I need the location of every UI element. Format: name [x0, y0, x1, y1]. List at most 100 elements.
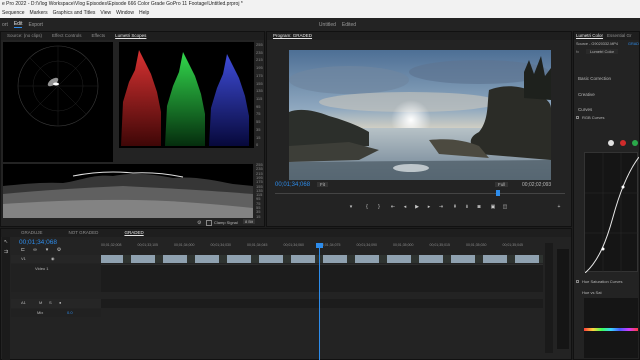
rgb-curves-checkbox[interactable] [576, 116, 579, 119]
program-playhead[interactable] [496, 190, 500, 196]
track-select-tool-icon[interactable]: ⇉ [2, 249, 10, 256]
selection-tool-icon[interactable]: ↖ [2, 239, 10, 246]
extract-icon[interactable]: ⇟ [463, 204, 471, 211]
menu-help[interactable]: Help [139, 8, 149, 18]
go-to-out-icon[interactable]: ⇥ [437, 204, 445, 211]
timeline-timecode[interactable]: 00;01;34;068 [19, 239, 57, 246]
timeline-marker-icon[interactable]: ▾ [43, 247, 51, 254]
center-item-edited[interactable]: Edited [342, 22, 356, 28]
linked-selection-icon[interactable]: ∞ [31, 247, 39, 254]
settings-icon[interactable]: + [555, 204, 563, 211]
white-channel-dot[interactable] [608, 140, 614, 146]
parade-tick: 0 [256, 142, 259, 148]
add-marker-icon[interactable]: ▾ [347, 204, 355, 211]
section-curves[interactable]: Curves [578, 107, 592, 112]
program-tab-row: Program: GRADED [267, 32, 571, 40]
section-basic-correction[interactable]: Basic Correction [578, 76, 611, 81]
timeline-vertical-scrollbar[interactable] [545, 243, 553, 353]
bit-depth-select[interactable]: 8 Bit [243, 219, 256, 224]
program-video-frame [289, 50, 551, 180]
menu-sequence[interactable]: Sequence [2, 8, 25, 18]
tab-lumetri-color[interactable]: Lumetri Color [576, 32, 603, 40]
workspace-import[interactable]: ort [2, 22, 8, 28]
track-v1-name[interactable]: V1 [21, 256, 26, 261]
resolution-select[interactable]: Full [495, 182, 509, 187]
clamp-signal-checkbox[interactable] [206, 220, 212, 226]
step-back-icon[interactable]: ◂ [401, 204, 409, 211]
program-duration: 00;02;02;093 [522, 182, 552, 188]
go-to-in-icon[interactable]: ⇤ [389, 204, 397, 211]
vr-view-icon[interactable]: ◫ [501, 204, 509, 211]
fit-select[interactable]: Fit [317, 182, 328, 187]
tab-effect-controls[interactable]: Effect Controls [52, 32, 81, 40]
solo-icon[interactable]: S [49, 300, 52, 305]
hue-sat-checkbox[interactable] [576, 280, 579, 283]
tab-program[interactable]: Program: GRADED [273, 32, 312, 40]
mute-icon[interactable]: M [39, 300, 42, 305]
video-clip[interactable] [101, 255, 547, 263]
audio-meter [557, 249, 569, 349]
luma-waveform-graph [3, 171, 253, 218]
clip-thumbnail-frame [123, 255, 131, 263]
comparison-view-icon[interactable]: ▣ [489, 204, 497, 211]
workspace-export[interactable]: Export [28, 22, 42, 28]
mic-icon[interactable]: ● [59, 300, 61, 305]
eye-icon[interactable]: ◉ [51, 256, 55, 261]
parade-tick: 255 [256, 42, 263, 47]
waveform-tick-scale: 255 235 215 195 175 155 135 115 95 75 55 35 15 [256, 162, 266, 220]
snap-icon[interactable]: ⊏ [19, 247, 27, 254]
timeline-settings-icon[interactable]: ⚙ [55, 247, 63, 254]
ruler-tick-label: 00;01;34;090 [356, 243, 377, 247]
clip-thumbnail-frame [539, 255, 547, 263]
program-monitor-panel: Program: GRADED 00;01;34;068 Fit Full 00… [266, 31, 572, 227]
track-a1-name[interactable]: A1 [21, 300, 26, 305]
menu-markers[interactable]: Markers [30, 8, 48, 18]
parade-tick: 175 [256, 72, 263, 78]
mark-in-icon[interactable]: { [363, 204, 371, 211]
lumetri-effect-select[interactable]: Lumetri Color [586, 49, 619, 54]
menu-view[interactable]: View [100, 8, 111, 18]
clamp-signal-label: Clamp Signal [214, 220, 238, 225]
clip-thumbnail-frame [155, 255, 163, 263]
tab-sequence-not-graded[interactable]: NOT GRADED [69, 229, 99, 237]
playhead-handle[interactable] [316, 243, 323, 248]
program-timecode[interactable]: 00;01;34;068 [275, 182, 310, 188]
tab-sequence-graduje[interactable]: GRADUJE [21, 229, 43, 237]
green-channel-dot[interactable] [632, 140, 638, 146]
timeline-playhead[interactable] [319, 245, 320, 360]
parade-tick: 135 [256, 88, 263, 94]
parade-tick: 75 [256, 111, 261, 117]
tab-effects[interactable]: Effects [91, 32, 105, 40]
section-creative[interactable]: Creative [578, 92, 595, 97]
red-channel-dot[interactable] [620, 140, 626, 146]
audio-track-area[interactable] [101, 299, 543, 308]
video-track-area[interactable] [101, 264, 543, 292]
fx-icon: fx [576, 49, 580, 54]
track-header-a1: A1 M S ● [11, 299, 101, 308]
menu-bar: Sequence Markers Graphics and Titles Vie… [0, 8, 640, 18]
lift-icon[interactable]: ⇞ [451, 204, 459, 211]
tab-source[interactable]: Source: (no clips) [7, 32, 42, 40]
program-scrubber[interactable] [275, 193, 565, 194]
mark-out-icon[interactable]: } [375, 204, 383, 211]
hue-vs-sat-label: Hue vs Sat [582, 290, 602, 295]
ruler-tick-label: 00;01;34;075 [320, 243, 341, 247]
rgb-curve-editor[interactable] [584, 152, 640, 274]
center-item-untitled[interactable]: Untitled [319, 22, 336, 28]
tab-lumetri-scopes[interactable]: Lumetri Scopes [115, 32, 146, 40]
mix-value[interactable]: 0.0 [67, 310, 73, 315]
menu-window[interactable]: Window [116, 8, 134, 18]
clip-thumbnail-frame [187, 255, 195, 263]
parade-tick: 155 [256, 80, 263, 86]
menu-graphics[interactable]: Graphics and Titles [53, 8, 96, 18]
tab-essential-graphics[interactable]: Essential Gr [607, 32, 632, 40]
step-forward-icon[interactable]: ▸ [425, 204, 433, 211]
hue-vs-sat-editor[interactable] [584, 298, 638, 358]
tab-sequence-graded[interactable]: GRADED [124, 229, 143, 237]
play-icon[interactable]: ▶ [413, 204, 421, 211]
wrench-icon[interactable]: ⚙ [197, 220, 205, 226]
vectorscope-graph [17, 45, 99, 127]
workspace-edit[interactable]: Edit [13, 21, 23, 28]
export-frame-icon[interactable]: ◙ [475, 204, 483, 211]
ruler-tick-label: 00;01;35;030 [466, 243, 487, 247]
